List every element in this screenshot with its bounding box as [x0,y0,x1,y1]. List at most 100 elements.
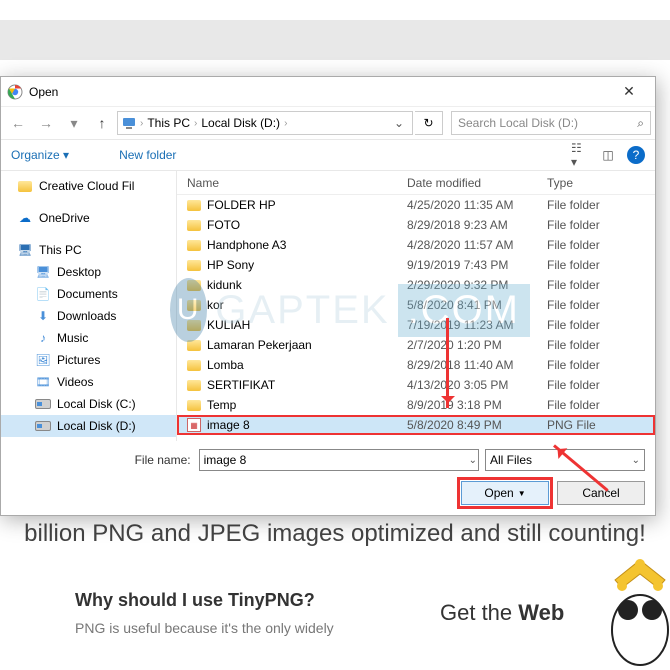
file-type: File folder [547,198,655,212]
png-useful-text: PNG is useful because it's the only wide… [75,620,334,636]
file-date: 2/7/2020 1:20 PM [407,338,547,352]
file-date: 5/8/2020 8:41 PM [407,298,547,312]
path-dropdown[interactable]: ⌄ [390,116,408,130]
file-date: 2/29/2020 9:32 PM [407,278,547,292]
file-row[interactable]: FOTO 8/29/2018 9:23 AM File folder [177,215,655,235]
organize-menu[interactable]: Organize ▾ [11,148,69,162]
disk-icon [35,396,51,412]
videos-icon: 🎞 [35,374,51,390]
png-file-icon: ▦ [187,418,201,432]
file-type: File folder [547,298,655,312]
file-list: Name Date modified Type FOLDER HP 4/25/2… [176,171,655,441]
help-icon[interactable]: ? [627,146,645,164]
sidebar-item[interactable]: Local Disk (C:) [1,393,176,415]
sidebar-item[interactable]: 🎞 Videos [1,371,176,393]
file-row[interactable]: Lamaran Pekerjaan 2/7/2020 1:20 PM File … [177,335,655,355]
column-headers[interactable]: Name Date modified Type [177,171,655,195]
file-row[interactable]: kidunk 2/29/2020 9:32 PM File folder [177,275,655,295]
chrome-icon [7,84,23,100]
sidebar-item-label: Local Disk (C:) [57,397,136,411]
folder-icon [187,220,201,231]
billion-text: billion PNG and JPEG images optimized an… [0,520,670,548]
file-name: FOLDER HP [207,198,276,212]
file-row[interactable]: Lomba 8/29/2018 11:40 AM File folder [177,355,655,375]
folder-icon [187,380,201,391]
file-row[interactable]: Handphone A3 4/28/2020 11:57 AM File fol… [177,235,655,255]
file-name: KULIAH [207,318,250,332]
desktop-icon: 🖥 [35,264,51,280]
search-input[interactable]: Search Local Disk (D:) ⌕ [451,111,651,135]
file-row[interactable]: FOLDER HP 4/25/2020 11:35 AM File folder [177,195,655,215]
file-row[interactable]: ▦image 8 5/8/2020 8:49 PM PNG File [177,415,655,435]
sidebar-item[interactable]: Local Disk (D:) [1,415,176,437]
back-button[interactable]: ← [5,110,31,136]
disk-icon [35,418,51,434]
file-name: Lomba [207,358,244,372]
recent-dropdown[interactable]: ▾ [61,110,87,136]
file-type: File folder [547,218,655,232]
view-options-icon[interactable]: ☷ ▾ [571,146,589,164]
search-icon: ⌕ [637,116,644,131]
sidebar-item-label: Documents [57,287,118,301]
sidebar-item-label: This PC [39,243,82,257]
file-row[interactable]: kor 5/8/2020 8:41 PM File folder [177,295,655,315]
path-drive[interactable]: Local Disk (D:) [201,116,280,130]
file-row[interactable]: HP Sony 9/19/2019 7:43 PM File folder [177,255,655,275]
sidebar-item[interactable]: 📄 Documents [1,283,176,305]
chevron-right-icon: › [140,118,143,129]
path-this-pc[interactable]: This PC [147,116,190,130]
sidebar-item-label: Desktop [57,265,101,279]
filename-label: File name: [135,453,191,467]
file-type: File folder [547,278,655,292]
close-button[interactable]: ✕ [609,83,649,100]
sidebar-item[interactable]: 🖼 Pictures [1,349,176,371]
up-button[interactable]: ↑ [89,110,115,136]
new-folder-button[interactable]: New folder [119,148,176,162]
folder-icon [187,280,201,291]
file-type-filter[interactable]: All Files⌄ [485,449,645,471]
music-icon: ♪ [35,330,51,346]
sidebar-item[interactable]: 🖥 Desktop [1,261,176,283]
sidebar-item[interactable]: ♪ Music [1,327,176,349]
sidebar-item-label: Videos [57,375,93,389]
cancel-button[interactable]: Cancel [557,481,645,505]
col-name[interactable]: Name [187,176,407,190]
sidebar-item[interactable]: ☁ OneDrive [1,207,176,229]
navigation-pane: Creative Cloud Fil ☁ OneDrive 🖥 This PC … [1,171,176,441]
page-header-bar [0,20,670,60]
file-row[interactable]: Temp 8/9/2019 3:18 PM File folder [177,395,655,415]
sidebar-item[interactable]: 🖥 This PC [1,239,176,261]
file-row[interactable]: KULIAH 7/19/2019 11:23 AM File folder [177,315,655,335]
preview-pane-icon[interactable]: ◫ [599,146,617,164]
open-button[interactable]: Open ▼ [461,481,549,505]
address-bar[interactable]: › This PC › Local Disk (D:) › ⌄ [117,111,413,135]
sidebar-item-label: Local Disk (D:) [57,419,136,433]
file-name: SERTIFIKAT [207,378,275,392]
file-type: File folder [547,378,655,392]
file-date: 4/13/2020 3:05 PM [407,378,547,392]
col-type[interactable]: Type [547,176,655,190]
file-type: File folder [547,338,655,352]
search-placeholder: Search Local Disk (D:) [458,116,578,130]
file-name: Temp [207,398,236,412]
command-bar: Organize ▾ New folder ☷ ▾ ◫ ? [1,139,655,171]
cloud-icon: ☁ [17,210,33,226]
folder-icon [187,260,201,271]
sidebar-item[interactable]: Creative Cloud Fil [1,175,176,197]
refresh-button[interactable]: ↻ [415,111,443,135]
panda-image [600,540,670,670]
chevron-right-icon: › [284,118,287,129]
filename-input[interactable] [199,449,479,471]
downloads-icon: ⬇ [35,308,51,324]
col-date[interactable]: Date modified [407,176,547,190]
file-date: 4/28/2020 11:57 AM [407,238,547,252]
folder-icon [187,340,201,351]
folder-icon [187,400,201,411]
get-the-web: Get the Web [440,600,564,626]
file-row[interactable]: SERTIFIKAT 4/13/2020 3:05 PM File folder [177,375,655,395]
file-date: 8/29/2018 11:40 AM [407,358,547,372]
nav-toolbar: ← → ▾ ↑ › This PC › Local Disk (D:) › ⌄ … [1,107,655,139]
sidebar-item[interactable]: ⬇ Downloads [1,305,176,327]
file-name: Lamaran Pekerjaan [207,338,312,352]
forward-button[interactable]: → [33,110,59,136]
